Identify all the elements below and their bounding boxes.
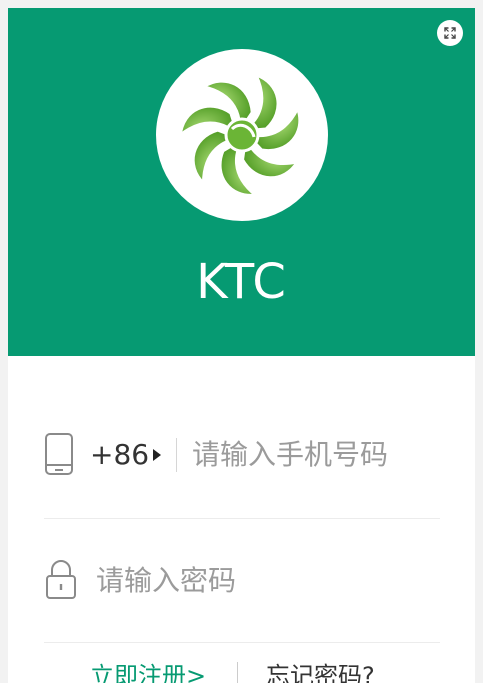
caret-right-icon[interactable] xyxy=(153,449,161,461)
login-screen: KTC +86 立即注册> 忘记密码? xyxy=(8,8,475,683)
expand-icon xyxy=(444,24,456,43)
lock-icon xyxy=(44,558,78,606)
forgot-password-link[interactable]: 忘记密码? xyxy=(266,656,375,683)
phone-input[interactable] xyxy=(192,434,438,474)
app-logo xyxy=(156,49,328,221)
brand-header: KTC xyxy=(8,8,475,356)
password-row xyxy=(44,554,440,610)
ktc-logo-icon xyxy=(178,72,302,197)
app-name: KTC xyxy=(196,254,287,310)
country-code-selector[interactable]: +86 xyxy=(90,438,149,471)
register-link[interactable]: 立即注册> xyxy=(90,656,206,683)
field-separator xyxy=(176,438,177,472)
link-separator xyxy=(237,662,238,683)
phone-row: +86 xyxy=(44,428,440,484)
divider xyxy=(44,642,440,643)
expand-button[interactable] xyxy=(437,20,463,46)
mobile-phone-icon xyxy=(44,432,74,480)
password-input[interactable] xyxy=(96,560,426,600)
divider xyxy=(44,518,440,519)
footer-links: 立即注册> 忘记密码? xyxy=(8,656,475,683)
